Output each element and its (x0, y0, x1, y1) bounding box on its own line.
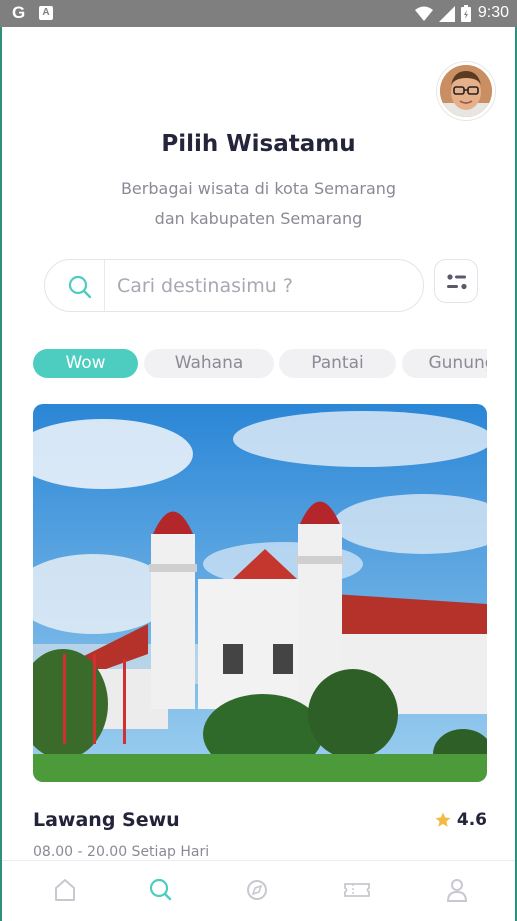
chip-pantai[interactable]: Pantai (279, 349, 396, 378)
battery-icon (461, 5, 471, 22)
search-bar (44, 259, 424, 312)
star-icon (435, 812, 451, 827)
opening-hours: 08.00 - 20.00 Setiap Hari (33, 844, 210, 860)
featured-image[interactable] (33, 404, 487, 782)
lawang-sewu-photo (33, 404, 487, 782)
page-subtitle-line2: dan kabupaten Semarang (154, 209, 363, 228)
user-photo (440, 65, 492, 117)
filter-icon (447, 274, 467, 290)
ticket-icon[interactable] (342, 875, 372, 905)
google-icon: G (12, 3, 26, 22)
search-divider (104, 260, 105, 311)
search-icon[interactable] (146, 875, 176, 905)
chip-wow[interactable]: Wow (33, 349, 138, 378)
rating-value: 4.6 (456, 810, 487, 830)
chip-gunung[interactable]: Gunung (402, 349, 487, 378)
signal-icon (439, 5, 455, 22)
rating: 4.6 (434, 810, 487, 830)
page-title: Pilih Wisatamu (161, 131, 356, 157)
status-bar: G A 9:30 (0, 0, 517, 27)
filter-button[interactable] (434, 259, 478, 303)
home-icon[interactable] (50, 875, 80, 905)
wifi-icon (415, 6, 433, 21)
status-time: 9:30 (477, 4, 509, 21)
page-subtitle-line1: Berbagai wisata di kota Semarang (120, 179, 397, 198)
category-tabs: Wow Wahana Pantai Gunung (33, 349, 487, 379)
notification-icon: A (39, 6, 53, 20)
search-icon[interactable] (67, 274, 93, 300)
compass-icon[interactable] (242, 875, 272, 905)
place-name[interactable]: Lawang Sewu (33, 809, 180, 831)
chip-wahana[interactable]: Wahana (144, 349, 274, 378)
profile-icon[interactable] (442, 875, 472, 905)
search-input[interactable] (117, 272, 407, 300)
avatar[interactable] (437, 62, 495, 120)
bottom-nav (2, 860, 515, 921)
